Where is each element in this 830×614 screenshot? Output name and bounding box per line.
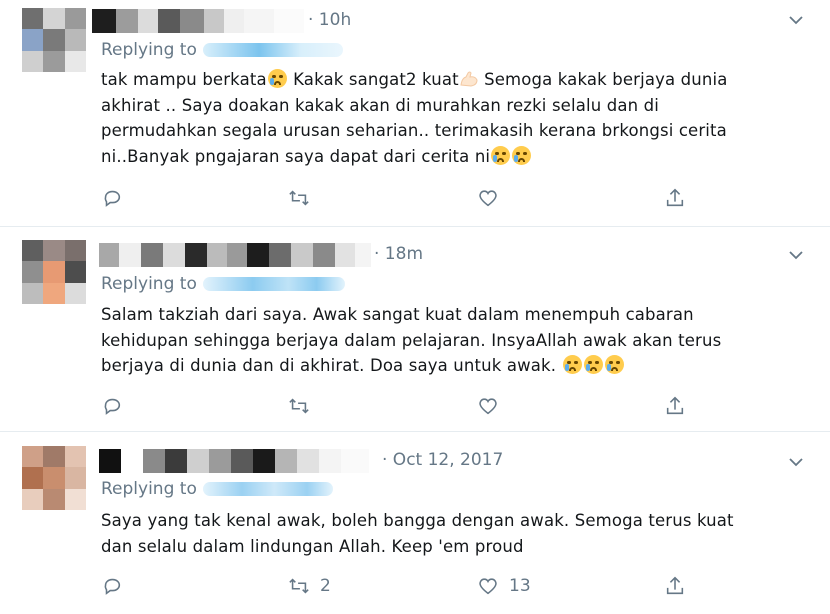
retweet-icon (289, 190, 309, 206)
crying-emoji-icon (583, 355, 603, 374)
retweet-icon (289, 578, 309, 594)
replying-label: Replying to (101, 274, 197, 294)
retweet-button[interactable] (288, 186, 320, 210)
author-name[interactable] (92, 9, 304, 33)
tweet-actions (101, 186, 701, 210)
retweet-button[interactable]: 2 (288, 574, 331, 598)
heart-icon (479, 578, 497, 595)
tweet-timestamp[interactable]: · 18m (374, 244, 423, 264)
avatar[interactable] (22, 446, 86, 510)
like-count: 13 (509, 576, 531, 596)
replying-to: Replying to (101, 274, 345, 294)
author-name[interactable] (99, 449, 369, 473)
replying-handle[interactable] (202, 277, 345, 291)
crying-emoji-icon (267, 69, 287, 88)
retweet-button[interactable] (288, 394, 320, 418)
chevron-down-icon[interactable] (788, 247, 804, 263)
tweet-timestamp[interactable]: · 10h (308, 10, 351, 30)
chevron-down-icon[interactable] (788, 12, 804, 28)
avatar[interactable] (22, 8, 86, 72)
crying-emoji-icon (491, 145, 511, 165)
retweet-count: 2 (320, 576, 331, 596)
tweet-text: Saya yang tak kenal awak, boleh bangga d… (101, 511, 734, 556)
crying-emoji-icon (562, 355, 582, 374)
replying-to: Replying to (101, 40, 343, 60)
share-icon (666, 188, 684, 207)
crying-emoji-icon (604, 355, 624, 374)
replying-label: Replying to (101, 479, 197, 499)
share-icon (666, 576, 684, 595)
tweet-2[interactable]: · 18m Replying to Salam takziah dari say… (0, 227, 830, 430)
heart-icon (479, 398, 497, 415)
share-icon (666, 396, 684, 415)
heart-icon (479, 190, 497, 207)
tweet-text: Salam takziah dari saya. Awak sangat kua… (101, 305, 722, 375)
replying-handle[interactable] (202, 482, 333, 496)
author-name[interactable] (99, 243, 371, 267)
replying-to: Replying to (101, 479, 333, 499)
like-button[interactable] (477, 394, 509, 418)
tweet-actions (101, 394, 701, 418)
reply-icon (104, 190, 121, 207)
reply-button[interactable] (101, 186, 123, 210)
like-button[interactable]: 13 (477, 574, 531, 598)
replying-label: Replying to (101, 40, 197, 60)
avatar[interactable] (22, 240, 86, 304)
replying-handle[interactable] (202, 43, 343, 57)
crying-emoji-icon (512, 145, 532, 165)
tweet-1[interactable]: · 10h Replying to tak mampu berkata Kaka… (0, 0, 830, 225)
chevron-down-icon[interactable] (788, 454, 804, 470)
reply-icon (104, 578, 121, 595)
reply-button[interactable] (101, 574, 123, 598)
flexed-biceps-icon (460, 71, 478, 87)
reply-button[interactable] (101, 394, 123, 418)
share-button[interactable] (664, 186, 686, 210)
tweet-timestamp[interactable]: · Oct 12, 2017 (382, 450, 503, 470)
tweet-3[interactable]: · Oct 12, 2017 Replying to Saya yang tak… (0, 432, 830, 614)
tweet-actions: 2 13 (101, 574, 701, 598)
like-button[interactable] (477, 186, 509, 210)
share-button[interactable] (664, 574, 686, 598)
retweet-icon (289, 398, 309, 414)
share-button[interactable] (664, 394, 686, 418)
reply-icon (104, 398, 121, 415)
tweet-text: tak mampu berkata Kakak sangat2 kuat Sem… (101, 69, 728, 166)
